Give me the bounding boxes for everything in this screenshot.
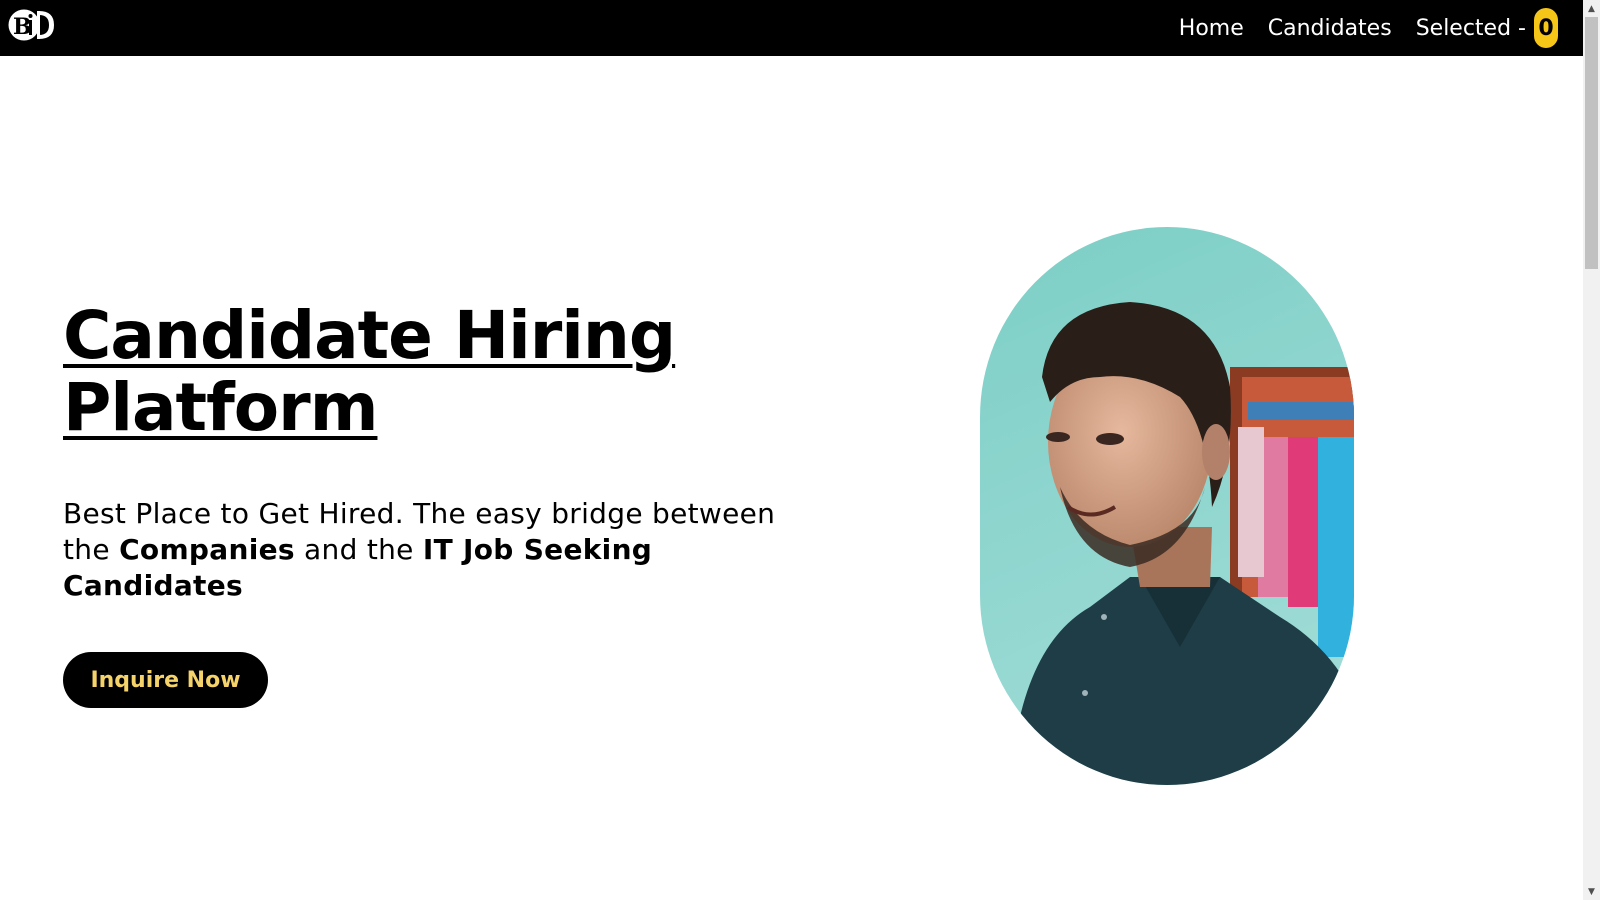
hero-portrait-image (980, 227, 1354, 785)
nav-candidates-link[interactable]: Candidates (1268, 16, 1392, 41)
selected-count-badge: 0 (1534, 8, 1558, 48)
hero-subtitle-companies: Companies (119, 533, 295, 566)
vertical-scrollbar[interactable]: ▲ ▼ (1583, 0, 1600, 900)
scrollbar-thumb[interactable] (1585, 17, 1598, 269)
svg-text:B: B (13, 14, 32, 40)
page: B Home Candidates Selected - 0 Candidate… (0, 0, 1600, 900)
hero-subtitle-text-2: and the (294, 533, 423, 566)
nav-links: Home Candidates Selected - 0 (1179, 0, 1558, 56)
portrait-illustration (980, 227, 1354, 785)
site-logo[interactable]: B (7, 8, 57, 42)
top-navbar: B Home Candidates Selected - 0 (0, 0, 1583, 56)
hero-title: Candidate Hiring Platform (63, 297, 676, 446)
nav-home-link[interactable]: Home (1179, 16, 1244, 41)
inquire-now-button[interactable]: Inquire Now (63, 652, 268, 708)
hero-subtitle: Best Place to Get Hired. The easy bridge… (63, 496, 783, 604)
nav-selected[interactable]: Selected - 0 (1416, 8, 1558, 48)
nav-selected-label[interactable]: Selected - (1416, 16, 1526, 41)
scroll-down-arrow-icon[interactable]: ▼ (1583, 883, 1600, 900)
scroll-up-arrow-icon[interactable]: ▲ (1583, 0, 1600, 17)
